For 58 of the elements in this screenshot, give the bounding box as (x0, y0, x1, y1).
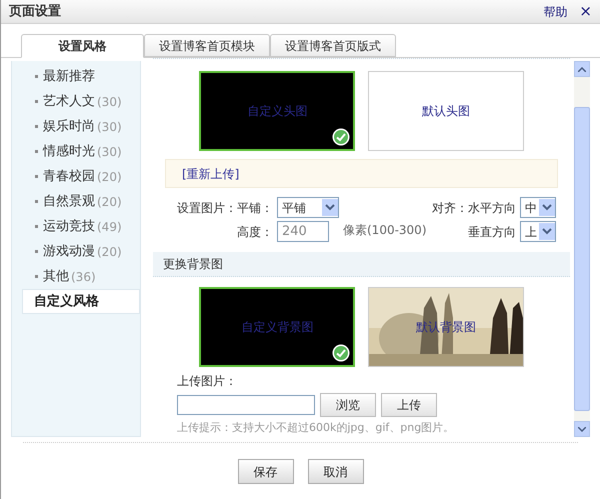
bullet-icon (35, 275, 38, 278)
tab[interactable]: 设置博客首页版式 (270, 34, 396, 57)
image-label: 默认头图 (422, 103, 470, 120)
vertical-label: 垂直方向 (467, 224, 516, 240)
item-count: (49) (97, 218, 122, 236)
bullet-icon (35, 175, 38, 178)
item-count: (30) (97, 144, 122, 160)
category-item[interactable]: 娱乐时尚(30) (12, 114, 140, 139)
image-label: 自定义背景图 (241, 319, 314, 336)
tab[interactable]: 设置风格 (21, 34, 144, 58)
upload-hint: 上传提示：支持大小不超过600k的jpg、gif、png图片。 (177, 420, 456, 436)
item-count: (20) (97, 244, 122, 260)
scroll-down-button[interactable] (574, 421, 590, 437)
upload-button[interactable]: 上传 (381, 393, 437, 417)
window-title: 页面设置 (9, 2, 61, 21)
bullet-icon (35, 225, 38, 228)
dialog-button[interactable]: 保存 (238, 459, 294, 484)
bullet-icon (35, 75, 38, 78)
tab[interactable]: 设置博客首页模块 (144, 34, 270, 57)
bullet-icon (35, 200, 38, 203)
category-item[interactable]: 其他(36) (12, 264, 140, 289)
setting-label: 设置图片：平铺： (177, 200, 273, 216)
scrollbar-thumb[interactable] (574, 107, 590, 411)
category-item[interactable]: 情感时光(30) (12, 139, 140, 164)
item-count: (36) (71, 268, 96, 286)
bullet-icon (35, 150, 38, 153)
bullet-icon (35, 250, 38, 253)
category-item[interactable]: 游戏动漫(20) (12, 239, 140, 264)
file-field[interactable] (177, 395, 315, 415)
scroll-up-button[interactable] (574, 61, 590, 77)
category-item[interactable]: 最新推荐 (12, 64, 140, 89)
vertical-select[interactable]: 上 (520, 221, 556, 242)
category-item[interactable]: 自定义风格 (22, 289, 140, 314)
category-item[interactable]: 青春校园(20) (12, 164, 140, 189)
tile-select[interactable]: 平铺 (277, 197, 339, 218)
section-title: 更换背景图 (163, 256, 223, 273)
close-button[interactable]: × (579, 4, 592, 19)
align-label: 对齐：水平方向 (432, 200, 516, 216)
image-option[interactable]: 默认头图 (368, 71, 524, 151)
horizontal-select[interactable]: 中 (520, 197, 556, 218)
category-item[interactable]: 运动竞技(49) (12, 214, 140, 239)
category-item[interactable]: 自然景观(20) (12, 189, 140, 214)
item-count: (20) (97, 194, 122, 210)
upload-label: 上传图片： (177, 373, 238, 390)
height-field[interactable]: 240 (277, 221, 329, 242)
image-label: 自定义头图 (247, 103, 308, 120)
category-item[interactable]: 艺术人文(30) (12, 89, 140, 114)
item-count: (20) (97, 168, 122, 186)
height-hint: 像素(100-300) (343, 222, 428, 239)
dialog-button[interactable]: 取消 (308, 459, 364, 484)
height-label: 高度： (236, 224, 273, 240)
help-link[interactable]: 帮助 (543, 2, 568, 20)
item-count: (30) (97, 118, 122, 136)
bullet-icon (35, 125, 38, 128)
reupload-link[interactable]: [重新上传] (182, 164, 240, 182)
item-count: (30) (97, 94, 122, 110)
browse-button[interactable]: 浏览 (320, 393, 376, 417)
bullet-icon (35, 100, 38, 103)
